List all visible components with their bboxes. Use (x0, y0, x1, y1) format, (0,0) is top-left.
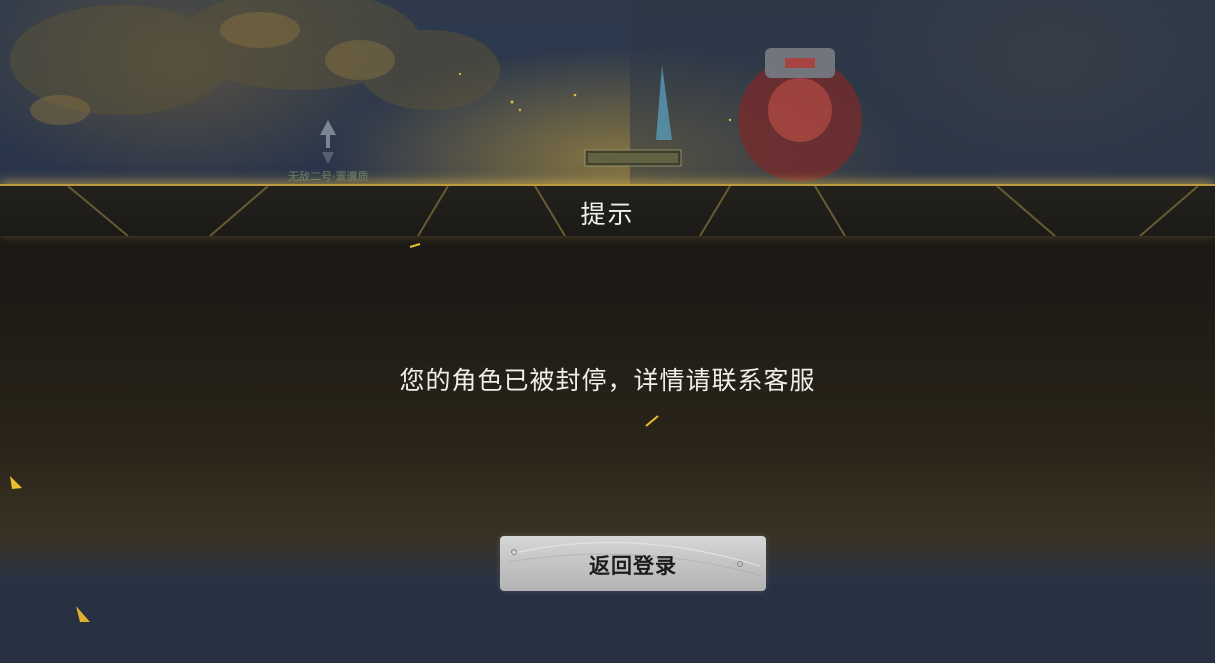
npc-nameplate: 无敌二号·寰瀵质 (288, 170, 369, 183)
return-to-login-label: 返回登录 (589, 554, 677, 578)
ban-message: 您的角色已被封停，详情请联系客服 (399, 366, 816, 395)
dialog-header: 提示 (0, 184, 1215, 236)
dialog-title: 提示 (580, 200, 635, 229)
game-screen: 无敌二号·寰瀵质 提示 您的角色已被封停，详情请联系客服 返回登录 (0, 0, 1215, 663)
return-to-login-button[interactable]: 返回登录 (500, 536, 766, 591)
notice-dialog: 提示 您的角色已被封停，详情请联系客服 (0, 184, 1215, 584)
